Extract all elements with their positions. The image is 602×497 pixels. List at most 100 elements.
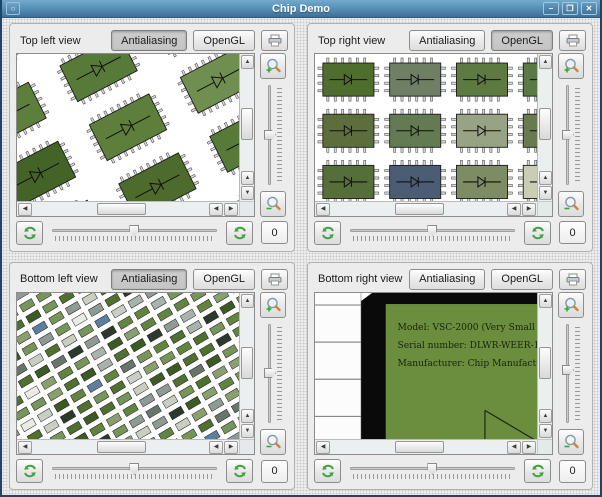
- zoom-out-button[interactable]: [260, 429, 286, 455]
- rotate-right-button[interactable]: [226, 459, 253, 483]
- horizontal-scrollbar[interactable]: ◀ ◀ ▶: [17, 200, 239, 216]
- scroll-left-icon[interactable]: ◀: [316, 441, 330, 454]
- splitter-area: Top left view Antialiasing OpenGL ▲ ▲ ▼ …: [2, 18, 600, 495]
- antialiasing-button[interactable]: Antialiasing: [409, 268, 486, 290]
- scroll-left-icon[interactable]: ◀: [18, 202, 32, 216]
- scroll-up-icon[interactable]: ▲: [539, 409, 552, 423]
- window-menu-icon[interactable]: ○: [6, 2, 20, 15]
- scroll-left-icon[interactable]: ◀: [316, 202, 330, 216]
- vertical-scrollbar[interactable]: ▲ ▲ ▼: [537, 292, 552, 439]
- rotation-spinbox[interactable]: 0: [261, 459, 288, 483]
- graphics-view[interactable]: ▲ ▲ ▼ ◀ ◀ ▶: [16, 291, 255, 455]
- scrollbar-thumb[interactable]: [241, 108, 253, 141]
- scrollbar-thumb[interactable]: [96, 441, 146, 453]
- horizontal-scrollbar[interactable]: ◀ ◀ ▶: [315, 200, 537, 216]
- scroll-left-icon[interactable]: ◀: [507, 202, 521, 216]
- rotation-spinbox[interactable]: 0: [261, 221, 288, 244]
- scrollbar-thumb[interactable]: [394, 202, 444, 215]
- zoom-slider[interactable]: [558, 83, 584, 187]
- scroll-up-icon[interactable]: ▲: [241, 293, 254, 308]
- zoom-slider[interactable]: [260, 322, 286, 426]
- slider-handle[interactable]: [562, 129, 574, 140]
- rotate-slider[interactable]: [50, 221, 219, 245]
- scroll-down-icon[interactable]: ▼: [539, 185, 552, 200]
- scrollbar-thumb[interactable]: [96, 202, 146, 215]
- vertical-scrollbar[interactable]: ▲ ▲ ▼: [239, 54, 254, 201]
- panel-header: Top left view Antialiasing OpenGL: [16, 28, 288, 53]
- scroll-up-icon[interactable]: ▲: [539, 55, 552, 69]
- scroll-left-icon[interactable]: ◀: [507, 441, 521, 454]
- scroll-left-icon[interactable]: ◀: [18, 441, 32, 454]
- vertical-scrollbar[interactable]: ▲ ▲ ▼: [239, 292, 254, 439]
- panel-header: Top right view Antialiasing OpenGL: [314, 28, 586, 53]
- slider-handle[interactable]: [562, 364, 574, 375]
- rotate-left-button[interactable]: [314, 220, 341, 245]
- scroll-down-icon[interactable]: ▼: [539, 424, 552, 438]
- rotation-spinbox[interactable]: 0: [559, 221, 586, 244]
- opengl-button[interactable]: OpenGL: [491, 30, 553, 51]
- graphics-view[interactable]: ▲ ▲ ▼ ◀ ◀ ▶: [16, 53, 255, 217]
- zoom-in-button[interactable]: [558, 291, 584, 318]
- scroll-up-icon[interactable]: ▲: [241, 55, 254, 69]
- rotate-right-button[interactable]: [226, 220, 253, 245]
- print-button[interactable]: [261, 268, 288, 290]
- close-button[interactable]: ✕: [581, 2, 597, 15]
- slider-handle[interactable]: [264, 129, 276, 140]
- rotation-spinbox[interactable]: 0: [559, 459, 586, 483]
- minimize-button[interactable]: –: [543, 2, 559, 15]
- scroll-up-icon[interactable]: ▲: [539, 293, 552, 308]
- graphics-view[interactable]: ▲ ▲ ▼ ◀ ◀ ▶: [314, 53, 553, 217]
- antialiasing-button[interactable]: Antialiasing: [409, 30, 486, 51]
- scrollbar-corner: [537, 200, 552, 216]
- scrollbar-thumb[interactable]: [539, 346, 551, 379]
- horizontal-scrollbar[interactable]: ◀ ◀ ▶: [315, 439, 537, 454]
- view-label: Bottom left view: [20, 273, 98, 285]
- zoom-out-button[interactable]: [558, 190, 584, 217]
- zoom-out-button[interactable]: [558, 429, 584, 455]
- scrollbar-thumb[interactable]: [394, 441, 444, 453]
- rotate-slider[interactable]: [348, 459, 517, 483]
- zoom-out-button[interactable]: [260, 190, 286, 217]
- scroll-left-icon[interactable]: ◀: [209, 441, 223, 454]
- scroll-right-icon[interactable]: ▶: [224, 441, 238, 454]
- scrollbar-thumb[interactable]: [539, 108, 551, 141]
- zoom-slider[interactable]: [260, 83, 286, 187]
- rotate-right-button[interactable]: [524, 459, 551, 483]
- opengl-button[interactable]: OpenGL: [193, 268, 255, 290]
- opengl-button[interactable]: OpenGL: [193, 30, 255, 51]
- scroll-right-icon[interactable]: ▶: [522, 202, 536, 216]
- zoom-in-button[interactable]: [558, 53, 584, 79]
- chip-pins: [315, 292, 362, 439]
- rotate-left-button[interactable]: [16, 459, 43, 483]
- print-button[interactable]: [559, 30, 586, 51]
- rotate-left-button[interactable]: [314, 459, 341, 483]
- print-button[interactable]: [559, 268, 586, 290]
- rotate-slider[interactable]: [50, 459, 219, 483]
- scroll-up-icon[interactable]: ▲: [241, 409, 254, 423]
- scroll-down-icon[interactable]: ▼: [241, 424, 254, 438]
- slider-handle[interactable]: [264, 368, 276, 379]
- rotate-left-button[interactable]: [16, 220, 43, 245]
- scrollbar-thumb[interactable]: [241, 346, 253, 379]
- zoom-in-button[interactable]: [260, 291, 286, 318]
- zoom-in-button[interactable]: [260, 53, 286, 79]
- print-button[interactable]: [261, 30, 288, 51]
- scroll-down-icon[interactable]: ▼: [241, 185, 254, 200]
- antialiasing-button[interactable]: Antialiasing: [111, 30, 188, 51]
- zoom-slider[interactable]: [558, 322, 584, 426]
- printer-icon: [566, 273, 579, 285]
- scroll-left-icon[interactable]: ◀: [209, 202, 223, 216]
- graphics-view[interactable]: Model: VSC-2000 (Very Small Chip) at 9 S…: [314, 291, 553, 455]
- opengl-button[interactable]: OpenGL: [491, 268, 553, 290]
- vertical-scrollbar[interactable]: ▲ ▲ ▼: [537, 54, 552, 201]
- maximize-button[interactable]: ❒: [562, 2, 578, 15]
- rotate-slider[interactable]: [348, 221, 517, 245]
- scroll-up-icon[interactable]: ▲: [539, 170, 552, 185]
- rotate-right-button[interactable]: [524, 220, 551, 245]
- scroll-up-icon[interactable]: ▲: [241, 170, 254, 185]
- antialiasing-button[interactable]: Antialiasing: [111, 268, 188, 290]
- view-label: Top left view: [20, 34, 81, 47]
- scroll-right-icon[interactable]: ▶: [522, 441, 536, 454]
- horizontal-scrollbar[interactable]: ◀ ◀ ▶: [17, 439, 239, 454]
- scroll-right-icon[interactable]: ▶: [224, 202, 238, 216]
